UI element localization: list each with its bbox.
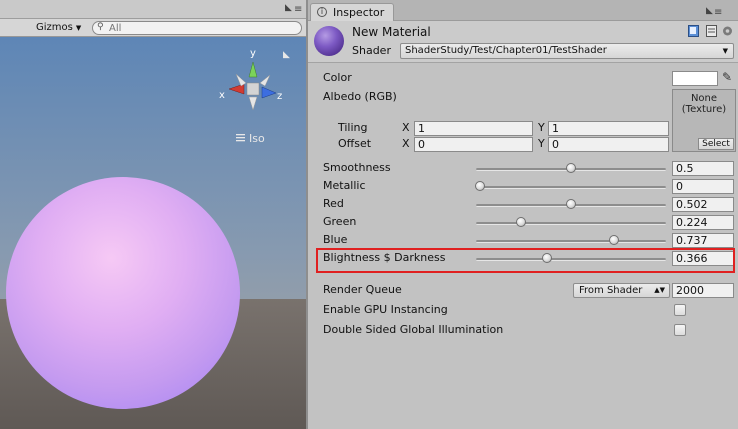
tiling-x-field[interactable]: 1	[414, 121, 533, 136]
metallic-slider[interactable]	[475, 180, 666, 194]
slider-thumb[interactable]	[566, 163, 576, 173]
tab-label: Inspector	[333, 6, 385, 19]
tiling-label: Tiling	[338, 121, 368, 134]
search-icon: ⚲	[97, 22, 104, 32]
lock-icon[interactable]: ◣	[706, 6, 713, 16]
preset-icon[interactable]	[706, 25, 717, 37]
color-swatch[interactable]	[672, 71, 718, 86]
material-header: New Material Shader ShaderStudy/Test/Cha…	[308, 21, 738, 63]
offset-y-field[interactable]: 0	[548, 137, 669, 152]
green-label: Green	[323, 215, 357, 228]
smoothness-field[interactable]: 0.5	[672, 161, 734, 176]
green-slider[interactable]	[476, 216, 666, 230]
tab-inspector[interactable]: i Inspector	[310, 3, 394, 21]
info-icon: i	[317, 7, 327, 17]
tiling-x-label: X	[402, 121, 410, 134]
albedo-texture-slot[interactable]: None (Texture) Select	[672, 89, 736, 152]
chevron-down-icon: ▼	[722, 47, 728, 55]
double-sided-gi-checkbox[interactable]	[674, 324, 686, 336]
gear-icon[interactable]	[722, 25, 733, 37]
menu-icon[interactable]: ≡	[714, 7, 722, 18]
gizmo-center-cube	[246, 82, 260, 96]
metallic-label: Metallic	[323, 179, 366, 192]
shader-dropdown[interactable]: ShaderStudy/Test/Chapter01/TestShader ▼	[400, 43, 734, 59]
offset-label: Offset	[338, 137, 372, 150]
chevron-down-icon: ▼	[75, 24, 82, 32]
red-label: Red	[323, 197, 344, 210]
axis-z-label: z	[277, 91, 282, 102]
color-label: Color	[323, 71, 352, 84]
blue-field[interactable]: 0.737	[672, 233, 734, 248]
albedo-label: Albedo (RGB)	[323, 90, 397, 103]
red-slider[interactable]	[476, 198, 666, 212]
scene-viewport[interactable]: y x z Iso ◣	[0, 37, 306, 429]
render-queue-dropdown[interactable]: From Shader ▲▼	[573, 283, 670, 298]
offset-x-field[interactable]: 0	[414, 137, 533, 152]
metallic-field[interactable]: 0	[672, 179, 734, 194]
smoothness-slider[interactable]	[476, 162, 666, 176]
material-preview-icon	[314, 26, 344, 56]
lock-icon[interactable]: ◣	[285, 3, 292, 13]
shader-label: Shader	[352, 44, 391, 57]
inspector-tab-bar: i Inspector ◣ ≡	[308, 0, 738, 21]
double-sided-gi-label: Double Sided Global Illumination	[323, 323, 504, 336]
axis-x-label: x	[219, 90, 225, 101]
scene-view: ◣ ≡ Gizmos ▼ ⚲ All y x z Iso ◣	[0, 0, 306, 429]
material-name: New Material	[352, 25, 431, 39]
updown-arrow-icon: ▲▼	[654, 286, 665, 294]
offset-x-label: X	[402, 137, 410, 150]
axis-y-label: y	[250, 48, 256, 59]
search-input[interactable]	[109, 22, 294, 34]
annotation-highlight-box	[316, 248, 735, 273]
slider-thumb[interactable]	[515, 217, 526, 227]
book-icon[interactable]	[688, 25, 699, 37]
red-field[interactable]: 0.502	[672, 197, 734, 212]
render-queue-label: Render Queue	[323, 283, 402, 296]
gpu-instancing-checkbox[interactable]	[674, 304, 686, 316]
slider-thumb[interactable]	[566, 199, 577, 209]
green-field[interactable]: 0.224	[672, 215, 734, 230]
gizmos-dropdown[interactable]: Gizmos ▼	[32, 21, 85, 35]
eyedropper-icon[interactable]: ✎	[722, 70, 732, 84]
tiling-y-field[interactable]: 1	[548, 121, 669, 136]
scene-search[interactable]: ⚲	[92, 21, 302, 35]
scene-toolbar: Gizmos ▼ ⚲	[0, 19, 306, 37]
material-sphere	[6, 177, 240, 409]
blue-label: Blue	[323, 233, 348, 246]
render-queue-field[interactable]: 2000	[672, 283, 734, 298]
scene-tab-bar: ◣ ≡	[0, 0, 306, 19]
inspector-panel: i Inspector ◣ ≡ New Material Shader Shad…	[308, 0, 738, 429]
projection-label: Iso	[249, 132, 265, 145]
gpu-instancing-label: Enable GPU Instancing	[323, 303, 448, 316]
gizmos-label: Gizmos	[36, 22, 73, 33]
offset-y-label: Y	[538, 137, 545, 150]
menu-icon[interactable]: ≡	[294, 4, 302, 15]
slider-thumb[interactable]	[475, 181, 485, 191]
blue-slider[interactable]	[476, 234, 666, 248]
shader-value: ShaderStudy/Test/Chapter01/TestShader	[405, 45, 607, 56]
texture-none-label: None (Texture)	[681, 93, 727, 115]
smoothness-label: Smoothness	[323, 161, 391, 174]
texture-select-button[interactable]: Select	[698, 138, 734, 150]
scene-lock-icon[interactable]: ◣	[283, 50, 290, 60]
tiling-y-label: Y	[538, 121, 545, 134]
render-queue-mode: From Shader	[579, 285, 643, 296]
slider-thumb[interactable]	[609, 235, 620, 245]
